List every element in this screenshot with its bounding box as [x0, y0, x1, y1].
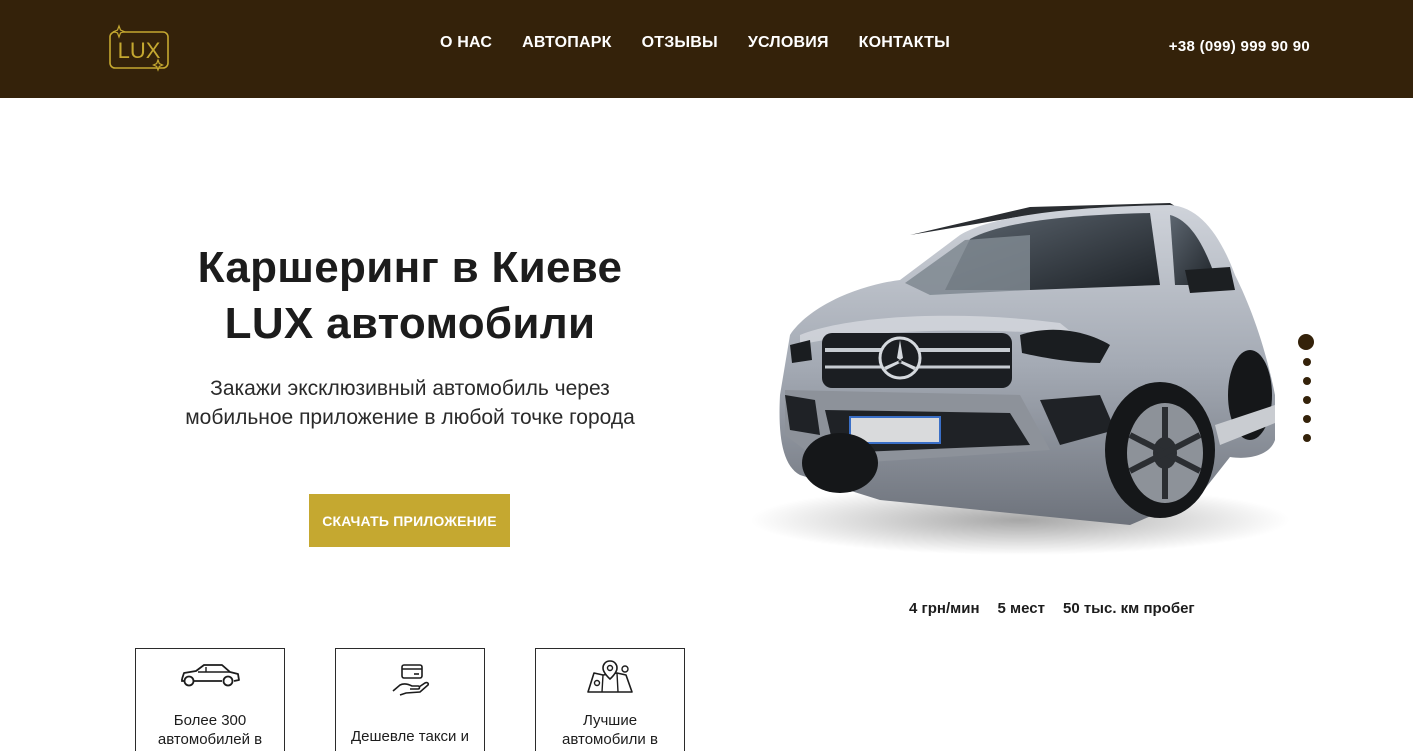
phone-link[interactable]: +38 (099) 999 90 90	[1169, 38, 1310, 55]
payment-hand-icon	[390, 661, 430, 706]
hero-title: Каршеринг в Киеве LUX автомобили	[100, 240, 720, 352]
slider-dots	[1298, 334, 1316, 446]
car-icon	[178, 661, 242, 694]
slider-dot-1[interactable]	[1298, 334, 1314, 350]
main-nav: О НАС АВТОПАРК ОТЗЫВЫ УСЛОВИЯ КОНТАКТЫ	[440, 34, 950, 52]
nav-item-fleet[interactable]: АВТОПАРК	[522, 34, 611, 52]
logo-text: LUX	[118, 38, 161, 63]
hero-subtitle-line2: мобильное приложение в любой точке город…	[185, 406, 635, 429]
hero-title-line2: LUX автомобили	[224, 299, 596, 348]
lux-logo[interactable]: LUX	[108, 24, 172, 72]
slider-dot-2[interactable]	[1303, 358, 1311, 366]
spec-price: 4 грн/мин	[909, 600, 980, 617]
hero-subtitle-line1: Закажи эксклюзивный автомобиль через	[210, 377, 610, 400]
car-specs: 4 грн/мин 5 мест 50 тыс. км пробег	[909, 600, 1195, 617]
feature-label-location: Лучшие автомобили в	[562, 712, 658, 748]
site-header: LUX О НАС АВТОПАРК ОТЗЫВЫ УСЛОВИЯ КОНТАК…	[0, 0, 1413, 98]
feature-card-fleet: Более 300 автомобилей в	[135, 648, 285, 751]
feature-card-price: Дешевле такси и	[335, 648, 485, 751]
slider-dot-6[interactable]	[1303, 434, 1311, 442]
map-pin-icon	[585, 659, 635, 700]
hero-title-line1: Каршеринг в Киеве	[197, 243, 623, 292]
feature-label-fleet: Более 300 автомобилей в	[157, 712, 263, 748]
feature-card-location: Лучшие автомобили в	[535, 648, 685, 751]
car-image	[730, 195, 1290, 565]
spec-mileage: 50 тыс. км пробег	[1062, 600, 1195, 617]
nav-item-reviews[interactable]: ОТЗЫВЫ	[642, 34, 718, 52]
feature-label-price: Дешевле такси и	[351, 728, 469, 745]
hero-subtitle: Закажи эксклюзивный автомобиль через моб…	[100, 374, 720, 432]
nav-item-terms[interactable]: УСЛОВИЯ	[748, 34, 829, 52]
nav-item-about[interactable]: О НАС	[440, 34, 492, 52]
spec-seats: 5 мест	[997, 600, 1045, 617]
slider-dot-3[interactable]	[1303, 377, 1311, 385]
slider-dot-4[interactable]	[1303, 396, 1311, 404]
download-app-button[interactable]: СКАЧАТЬ ПРИЛОЖЕНИЕ	[309, 494, 510, 547]
slider-dot-5[interactable]	[1303, 415, 1311, 423]
nav-item-contacts[interactable]: КОНТАКТЫ	[859, 34, 950, 52]
